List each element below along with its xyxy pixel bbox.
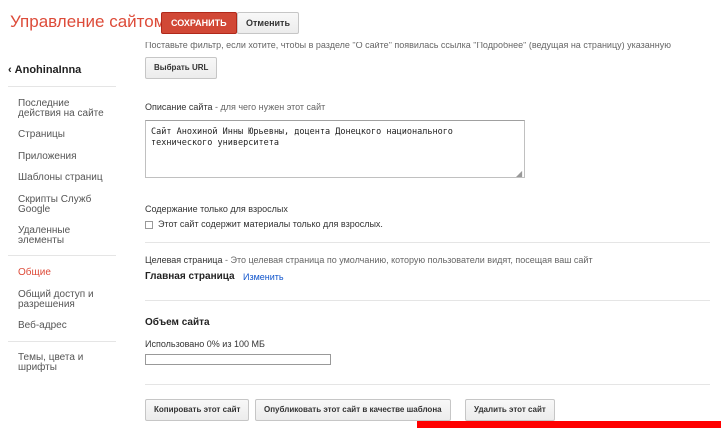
site-volume-title: Объем сайта bbox=[145, 317, 210, 328]
header: Управление сайтом СОХРАНИТЬ Отменить bbox=[0, 0, 721, 44]
sidebar-site-link[interactable]: ‹ AnohinaInna bbox=[8, 64, 81, 76]
adult-content-checkbox[interactable] bbox=[145, 221, 153, 229]
sidebar-divider bbox=[8, 86, 116, 87]
description-title: Описание сайта bbox=[145, 102, 213, 112]
sidebar-item-pages[interactable]: Страницы bbox=[18, 130, 118, 140]
sidebar-item-label: Шаблоны страниц bbox=[18, 172, 103, 183]
sidebar-item-themes[interactable]: Темы, цвета и шрифты bbox=[18, 353, 118, 373]
sidebar-item-label: действия на сайте bbox=[18, 108, 104, 119]
description-textarea[interactable]: Сайт Анохиной Инны Юрьевны, доцента Доне… bbox=[145, 120, 525, 178]
section-divider bbox=[145, 384, 710, 385]
description-hint: - для чего нужен этот сайт bbox=[212, 102, 326, 112]
overlay-red-bar bbox=[417, 421, 721, 428]
sidebar-item-label: Общие bbox=[18, 267, 51, 278]
sidebar-item-label: разрешения bbox=[18, 299, 75, 310]
section-divider bbox=[145, 300, 710, 301]
page-title: Управление сайтом bbox=[10, 12, 166, 31]
adult-content-label: Содержание только для взрослых bbox=[145, 204, 288, 214]
publish-as-template-button[interactable]: Опубликовать этот сайт в качестве шаблон… bbox=[255, 399, 451, 421]
usage-text: Использовано 0% из 100 МБ bbox=[145, 339, 265, 349]
sidebar-item-apps[interactable]: Приложения bbox=[18, 152, 118, 162]
clipped-help-text: Поставьте фильтр, если хотите, чтобы в р… bbox=[145, 42, 671, 50]
sidebar-item-label: элементы bbox=[18, 235, 65, 246]
adult-content-checkbox-label: Этот сайт содержит материалы только для … bbox=[158, 219, 383, 229]
sidebar-item-web-address[interactable]: Веб-адрес bbox=[18, 321, 118, 331]
sidebar-item-label: Веб-адрес bbox=[18, 320, 67, 331]
sidebar-divider bbox=[8, 255, 116, 256]
sidebar-item-label: шрифты bbox=[18, 362, 57, 373]
sidebar-item-general[interactable]: Общие bbox=[18, 268, 118, 278]
sidebar-item-label: Приложения bbox=[18, 151, 77, 162]
sidebar-item-google-scripts[interactable]: Скрипты Служб Google bbox=[18, 195, 118, 215]
sidebar-item-deleted-items[interactable]: Удаленные элементы bbox=[18, 226, 118, 246]
site-name: AnohinaInna bbox=[14, 64, 82, 76]
select-url-button[interactable]: Выбрать URL bbox=[145, 57, 218, 79]
delete-site-button[interactable]: Удалить этот сайт bbox=[465, 399, 555, 421]
copy-site-button[interactable]: Копировать этот сайт bbox=[145, 399, 250, 421]
sidebar-divider bbox=[8, 341, 116, 342]
resize-grip-icon[interactable]: ◢ bbox=[516, 169, 522, 178]
sidebar-item-sharing[interactable]: Общий доступ и разрешения bbox=[18, 290, 118, 310]
landing-page-hint: - Это целевая страница по умолчанию, кот… bbox=[222, 255, 593, 265]
landing-page-label: Целевая страница - Это целевая страница … bbox=[145, 255, 593, 265]
chevron-left-icon: ‹ bbox=[8, 64, 12, 76]
landing-page-title: Целевая страница bbox=[145, 255, 223, 265]
save-button[interactable]: СОХРАНИТЬ bbox=[161, 12, 237, 34]
sidebar-item-page-templates[interactable]: Шаблоны страниц bbox=[18, 173, 118, 183]
change-landing-page-link[interactable]: Изменить bbox=[243, 272, 284, 282]
usage-progress-bar bbox=[145, 354, 331, 365]
sidebar-item-label: Google bbox=[18, 204, 51, 215]
sidebar-item-label: Страницы bbox=[18, 129, 65, 140]
cancel-button[interactable]: Отменить bbox=[237, 12, 299, 34]
sidebar-item-recent-activity[interactable]: Последние действия на сайте bbox=[18, 99, 118, 119]
section-divider bbox=[145, 242, 710, 243]
landing-page-value: Главная страница bbox=[145, 271, 235, 282]
description-label: Описание сайта - для чего нужен этот сай… bbox=[145, 102, 325, 112]
